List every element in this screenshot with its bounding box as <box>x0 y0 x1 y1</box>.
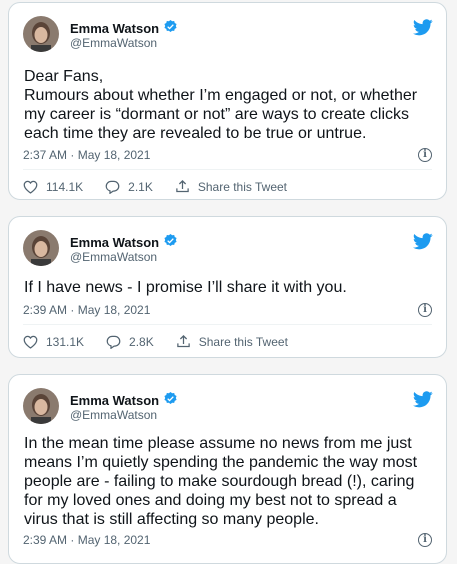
verified-badge-icon <box>163 19 178 37</box>
verified-badge-icon <box>163 391 178 409</box>
heart-icon <box>23 335 38 349</box>
info-icon[interactable]: i <box>418 148 432 162</box>
tweet-timestamp[interactable]: 2:37 AM · May 18, 2021 <box>23 148 150 162</box>
tweet-card[interactable]: Emma Watson @EmmaWatson In the mean time… <box>8 374 447 564</box>
share-label: Share this Tweet <box>197 179 288 194</box>
author-handle[interactable]: @EmmaWatson <box>70 36 157 50</box>
share-label: Share this Tweet <box>198 334 288 349</box>
divider <box>23 169 432 170</box>
tweet-card[interactable]: Emma Watson @EmmaWatson Dear Fans, Rumou… <box>8 2 447 200</box>
reply-button[interactable]: 2.1K <box>105 180 153 194</box>
avatar[interactable] <box>23 230 59 266</box>
author-handle[interactable]: @EmmaWatson <box>70 408 157 422</box>
tweet-card[interactable]: Emma Watson @EmmaWatson If I have news -… <box>8 216 447 358</box>
reply-button[interactable]: 2.8K <box>106 335 154 349</box>
tweet-actions: 131.1K 2.8K Share this Tweet <box>23 334 310 349</box>
twitter-bird-icon[interactable] <box>412 19 433 41</box>
tweet-timestamp[interactable]: 2:39 AM · May 18, 2021 <box>23 533 150 547</box>
avatar[interactable] <box>23 388 59 424</box>
like-count: 131.1K <box>46 334 85 349</box>
verified-badge-icon <box>163 233 178 251</box>
tweet-actions: 114.1K 2.1K Share this Tweet <box>23 179 309 194</box>
reply-icon <box>106 335 121 349</box>
share-icon <box>176 334 191 349</box>
info-icon[interactable]: i <box>418 533 432 547</box>
tweet-timestamp[interactable]: 2:39 AM · May 18, 2021 <box>23 303 150 317</box>
author-name[interactable]: Emma Watson <box>70 233 178 251</box>
avatar[interactable] <box>23 16 59 52</box>
tweet-text: Dear Fans, Rumours about whether I’m eng… <box>24 68 418 142</box>
reply-icon <box>105 180 120 194</box>
tweet-text: If I have news - I promise I’ll share it… <box>24 279 347 296</box>
reply-count: 2.8K <box>129 334 154 349</box>
divider <box>23 324 432 325</box>
like-count: 114.1K <box>46 179 84 194</box>
author-handle[interactable]: @EmmaWatson <box>70 250 157 264</box>
share-button[interactable]: Share this Tweet <box>176 334 288 349</box>
reply-count: 2.1K <box>128 179 153 194</box>
author-name[interactable]: Emma Watson <box>70 391 178 409</box>
twitter-bird-icon[interactable] <box>412 233 433 255</box>
share-icon <box>175 179 190 194</box>
tweet-text: In the mean time please assume no news f… <box>24 435 418 528</box>
like-button[interactable]: 114.1K <box>23 180 83 194</box>
like-button[interactable]: 131.1K <box>23 335 84 349</box>
twitter-bird-icon[interactable] <box>412 391 433 413</box>
author-name[interactable]: Emma Watson <box>70 19 178 37</box>
info-icon[interactable]: i <box>418 303 432 317</box>
heart-icon <box>23 180 38 194</box>
share-button[interactable]: Share this Tweet <box>175 179 287 194</box>
